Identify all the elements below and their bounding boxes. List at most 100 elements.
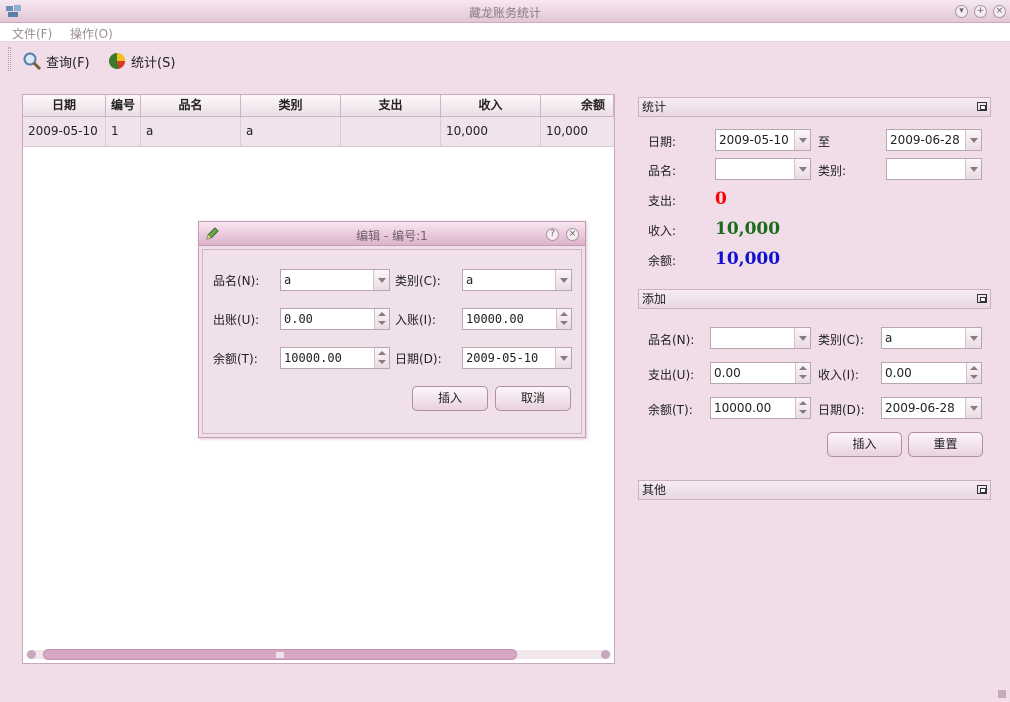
stats-button[interactable]: 统计(S): [107, 50, 175, 72]
cell-id: 1: [106, 117, 141, 146]
restore-icon[interactable]: [977, 102, 987, 111]
add-name-combo[interactable]: [710, 327, 811, 349]
add-expense-label: 支出(U):: [648, 368, 695, 382]
chevron-down-icon[interactable]: [794, 130, 810, 150]
spin-arrows-icon[interactable]: [795, 398, 810, 418]
name-combo[interactable]: a: [280, 269, 390, 291]
chevron-down-icon[interactable]: [965, 328, 981, 348]
dialog-title-bar[interactable]: 编辑 - 编号:1 ? ×: [199, 222, 585, 246]
window-resize-grip[interactable]: [998, 690, 1006, 698]
name-value: a: [284, 273, 292, 287]
column-header-balance[interactable]: 余额: [541, 95, 614, 117]
stats-category-combo[interactable]: [886, 158, 982, 180]
stats-section-header[interactable]: 统计: [638, 97, 991, 117]
add-balance-spinbox[interactable]: 10000.00: [710, 397, 811, 419]
category-label: 类别(C):: [395, 274, 441, 288]
in-value: 10000.00: [466, 312, 524, 326]
chevron-down-icon[interactable]: [794, 159, 810, 179]
dialog-title: 编辑 - 编号:1: [356, 229, 428, 243]
stats-section-title: 统计: [642, 100, 667, 114]
add-income-label: 收入(I):: [818, 368, 859, 382]
category-combo[interactable]: a: [462, 269, 572, 291]
add-expense-spinbox[interactable]: 0.00: [710, 362, 811, 384]
add-category-combo[interactable]: a: [881, 327, 982, 349]
menu-file[interactable]: 文件(F): [12, 25, 52, 42]
stats-name-combo[interactable]: [715, 158, 811, 180]
cell-expense: [341, 117, 441, 146]
spin-arrows-icon[interactable]: [374, 309, 389, 329]
cell-date: 2009-05-10: [23, 117, 106, 146]
stats-balance-label: 余额:: [648, 254, 677, 268]
name-label: 品名(N):: [213, 274, 260, 288]
menu-bar: 文件(F) 操作(O): [0, 23, 1010, 42]
chevron-down-icon[interactable]: [794, 328, 810, 348]
add-section-title: 添加: [642, 292, 667, 306]
stats-label: 统计(S): [131, 55, 176, 71]
chevron-down-icon[interactable]: [555, 348, 571, 368]
column-header-name[interactable]: 品名: [141, 95, 241, 117]
balance-spinbox[interactable]: 10000.00: [280, 347, 390, 369]
date-combo[interactable]: 2009-05-10: [462, 347, 572, 369]
restore-icon[interactable]: [977, 294, 987, 303]
chevron-down-icon[interactable]: [965, 159, 981, 179]
dialog-cancel-button[interactable]: 取消: [495, 386, 571, 411]
other-section-header[interactable]: 其他: [638, 480, 991, 500]
query-button[interactable]: 查询(F): [22, 50, 90, 72]
chevron-down-icon[interactable]: [965, 398, 981, 418]
close-button[interactable]: ×: [993, 5, 1006, 18]
chevron-down-icon[interactable]: [965, 130, 981, 150]
cell-balance: 10,000: [546, 124, 588, 138]
out-spinbox[interactable]: 0.00: [280, 308, 390, 330]
edit-dialog: 编辑 - 编号:1 ? × 品名(N): a 类别(C): a 出账(U): 0…: [198, 221, 586, 438]
stats-date-label: 日期:: [648, 135, 677, 149]
balance-value: 10000.00: [284, 351, 342, 365]
stats-date-from[interactable]: 2009-05-10: [715, 129, 811, 151]
maximize-button[interactable]: +: [974, 5, 987, 18]
stats-category-label: 类别:: [818, 164, 847, 178]
add-category-label: 类别(C):: [818, 333, 864, 347]
chevron-down-icon[interactable]: [373, 270, 389, 290]
add-section-header[interactable]: 添加: [638, 289, 991, 309]
stats-to-label: 至: [818, 135, 831, 149]
column-header-category[interactable]: 类别: [241, 95, 341, 117]
add-income-value: 0.00: [885, 366, 912, 380]
stats-date-to-value: 2009-06-28: [890, 133, 960, 147]
spin-arrows-icon[interactable]: [374, 348, 389, 368]
add-category-value: a: [885, 331, 893, 345]
scroll-right-button[interactable]: [601, 650, 610, 659]
out-label: 出账(U):: [213, 313, 260, 327]
minimize-button[interactable]: ▾: [955, 5, 968, 18]
in-spinbox[interactable]: 10000.00: [462, 308, 572, 330]
spin-arrows-icon[interactable]: [795, 363, 810, 383]
dialog-insert-button[interactable]: 插入: [412, 386, 488, 411]
add-reset-button[interactable]: 重置: [908, 432, 983, 457]
column-header-income[interactable]: 收入: [441, 95, 541, 117]
stats-name-label: 品名:: [648, 164, 677, 178]
horizontal-scrollbar[interactable]: [26, 647, 611, 661]
column-header-date[interactable]: 日期: [23, 95, 106, 117]
cell-category: a: [241, 117, 341, 146]
table-row[interactable]: 2009-05-10 1 a a 10,000 10,000: [23, 117, 614, 147]
chevron-down-icon[interactable]: [555, 270, 571, 290]
spin-arrows-icon[interactable]: [556, 309, 571, 329]
toolbar-grip[interactable]: [8, 47, 11, 71]
add-date-combo[interactable]: 2009-06-28: [881, 397, 982, 419]
date-value: 2009-05-10: [466, 351, 539, 365]
stats-expense-label: 支出:: [648, 194, 677, 208]
stats-date-to[interactable]: 2009-06-28: [886, 129, 982, 151]
help-button[interactable]: ?: [546, 228, 559, 241]
add-income-spinbox[interactable]: 0.00: [881, 362, 982, 384]
stats-income-label: 收入:: [648, 224, 677, 238]
scroll-left-button[interactable]: [27, 650, 36, 659]
restore-icon[interactable]: [977, 485, 987, 494]
cell-income: 10,000: [441, 117, 541, 146]
cell-name: a: [141, 117, 241, 146]
dialog-close-button[interactable]: ×: [566, 228, 579, 241]
column-header-id[interactable]: 编号: [106, 95, 141, 117]
add-date-label: 日期(D):: [818, 403, 865, 417]
add-insert-button[interactable]: 插入: [827, 432, 902, 457]
column-header-expense[interactable]: 支出: [341, 95, 441, 117]
menu-operate[interactable]: 操作(O): [70, 25, 113, 42]
spin-arrows-icon[interactable]: [966, 363, 981, 383]
title-bar: 藏龙账务统计 ▾ + ×: [0, 0, 1010, 23]
